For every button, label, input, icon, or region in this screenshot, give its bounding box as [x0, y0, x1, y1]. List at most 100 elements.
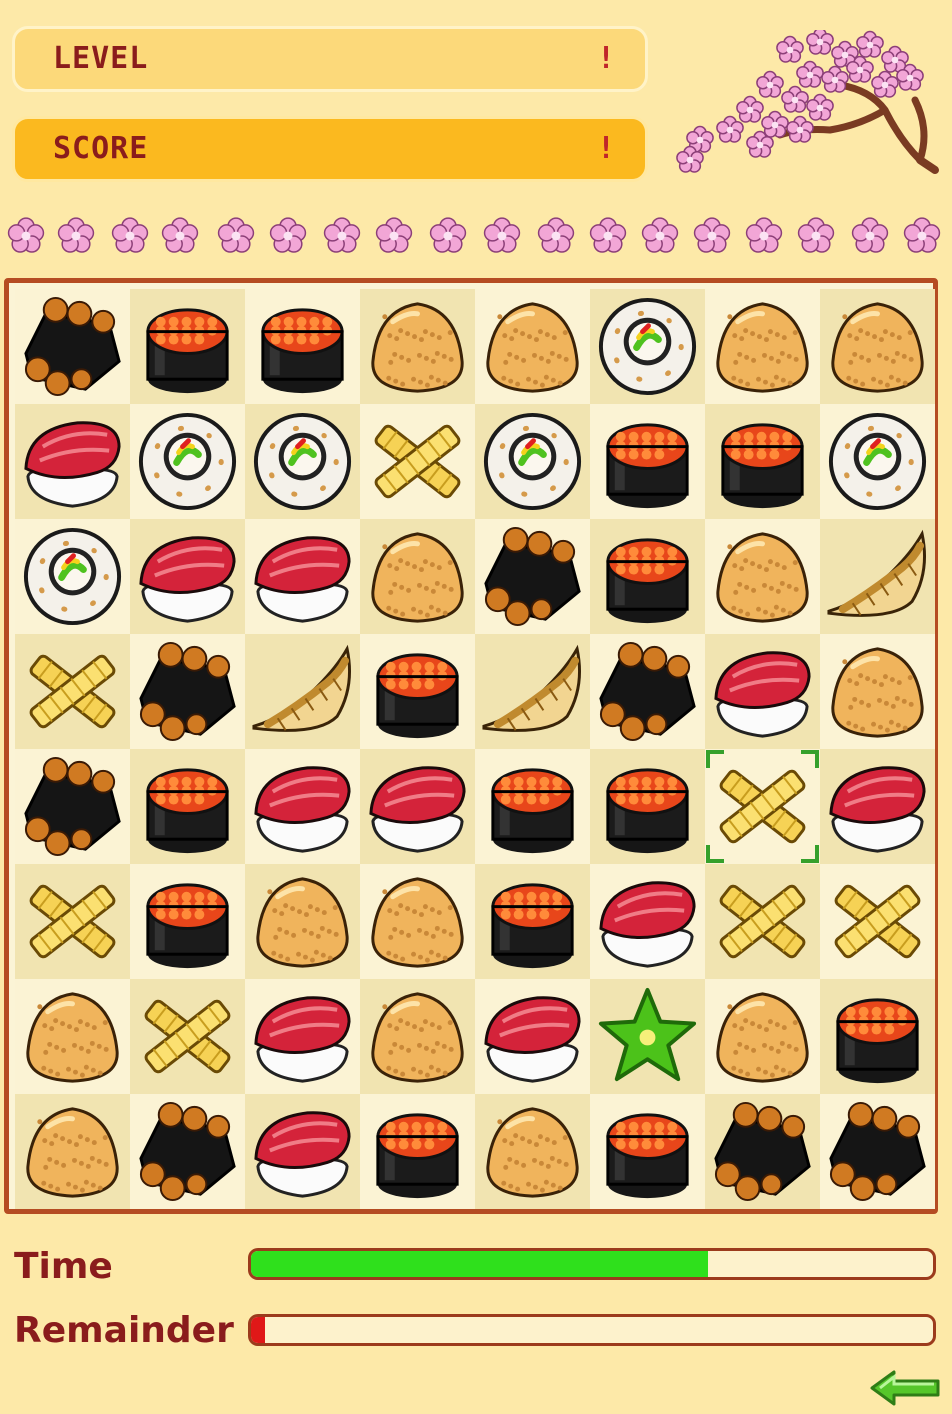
tile-ikura[interactable] — [360, 634, 475, 749]
tile-onigiri[interactable] — [475, 289, 590, 404]
tile-maguro[interactable] — [245, 1094, 360, 1209]
tile-uni[interactable] — [705, 1094, 820, 1209]
ikura-sushi-icon — [261, 308, 344, 394]
tile-uni[interactable] — [15, 749, 130, 864]
level-panel: LEVEL ! — [12, 26, 648, 92]
tile-ikura[interactable] — [475, 864, 590, 979]
tile-ikura[interactable] — [820, 979, 935, 1094]
uni-sushi-icon — [24, 756, 121, 857]
tamago-sushi-icon — [29, 654, 116, 729]
tile-ikura[interactable] — [130, 289, 245, 404]
flower-border-row — [0, 212, 952, 262]
gyoza-sushi-icon — [827, 529, 926, 617]
maguro-sushi-icon — [829, 766, 926, 853]
ikura-sushi-icon — [146, 768, 229, 854]
tile-gyoza[interactable] — [245, 634, 360, 749]
tile-uni[interactable] — [130, 634, 245, 749]
tile-ikura[interactable] — [590, 749, 705, 864]
tile-ikura[interactable] — [705, 404, 820, 519]
tile-maguro[interactable] — [130, 519, 245, 634]
tile-onigiri[interactable] — [15, 1094, 130, 1209]
tile-tamago[interactable] — [130, 979, 245, 1094]
ikura-sushi-icon — [606, 538, 689, 624]
tile-onigiri[interactable] — [360, 979, 475, 1094]
tile-onigiri[interactable] — [705, 519, 820, 634]
tile-roll[interactable] — [475, 404, 590, 519]
tile-tamago[interactable] — [15, 864, 130, 979]
tile-uni[interactable] — [130, 1094, 245, 1209]
maguro-sushi-icon — [139, 536, 236, 623]
tile-maguro[interactable] — [245, 749, 360, 864]
tile-tamago-selected[interactable] — [705, 749, 820, 864]
tile-ikura[interactable] — [590, 519, 705, 634]
score-value: ! — [596, 131, 615, 166]
star-sushi-icon — [598, 987, 697, 1082]
tile-onigiri[interactable] — [475, 1094, 590, 1209]
uni-sushi-icon — [484, 526, 581, 627]
onigiri-sushi-icon — [486, 1107, 579, 1198]
tile-ikura[interactable] — [130, 749, 245, 864]
tile-onigiri[interactable] — [360, 519, 475, 634]
sakura-flower-icon — [56, 216, 96, 256]
tile-ikura[interactable] — [590, 1094, 705, 1209]
sakura-flower-icon — [268, 216, 308, 256]
tile-onigiri[interactable] — [360, 864, 475, 979]
tile-maguro[interactable] — [705, 634, 820, 749]
tile-roll[interactable] — [15, 519, 130, 634]
onigiri-sushi-icon — [486, 302, 579, 393]
uni-sushi-icon — [599, 641, 696, 742]
tile-tamago[interactable] — [820, 864, 935, 979]
onigiri-sushi-icon — [716, 302, 809, 393]
tile-maguro[interactable] — [245, 979, 360, 1094]
tile-tamago[interactable] — [705, 864, 820, 979]
tile-gyoza[interactable] — [820, 519, 935, 634]
tile-maguro[interactable] — [15, 404, 130, 519]
tile-maguro[interactable] — [245, 519, 360, 634]
tile-grid — [15, 289, 935, 1209]
tile-ikura[interactable] — [130, 864, 245, 979]
gyoza-sushi-icon — [482, 644, 581, 732]
tile-ikura[interactable] — [360, 1094, 475, 1209]
tile-roll[interactable] — [820, 404, 935, 519]
ikura-sushi-icon — [376, 653, 459, 739]
maguro-sushi-icon — [484, 996, 581, 1083]
tile-tamago[interactable] — [15, 634, 130, 749]
tile-ikura[interactable] — [245, 289, 360, 404]
tamago-sushi-icon — [144, 999, 231, 1074]
sakura-flower-icon — [640, 216, 680, 256]
tile-onigiri[interactable] — [820, 634, 935, 749]
ikura-sushi-icon — [146, 883, 229, 969]
roll-sushi-icon — [483, 412, 582, 511]
tile-maguro[interactable] — [590, 864, 705, 979]
tile-onigiri[interactable] — [705, 289, 820, 404]
ikura-sushi-icon — [606, 423, 689, 509]
green-back-arrow-icon[interactable] — [868, 1368, 942, 1408]
tile-ikura[interactable] — [590, 404, 705, 519]
sakura-flower-icon — [850, 216, 890, 256]
tile-ikura[interactable] — [475, 749, 590, 864]
tile-onigiri[interactable] — [360, 289, 475, 404]
tile-onigiri[interactable] — [820, 289, 935, 404]
tile-uni[interactable] — [820, 1094, 935, 1209]
maguro-sushi-icon — [599, 881, 696, 968]
tile-uni[interactable] — [475, 519, 590, 634]
tamago-sushi-icon — [719, 769, 806, 844]
tile-gyoza[interactable] — [475, 634, 590, 749]
tile-roll[interactable] — [245, 404, 360, 519]
tile-uni[interactable] — [15, 289, 130, 404]
ikura-sushi-icon — [491, 768, 574, 854]
tile-onigiri[interactable] — [15, 979, 130, 1094]
tile-uni[interactable] — [590, 634, 705, 749]
tile-onigiri[interactable] — [245, 864, 360, 979]
tile-maguro[interactable] — [475, 979, 590, 1094]
tamago-sushi-icon — [719, 884, 806, 959]
tile-onigiri[interactable] — [705, 979, 820, 1094]
tile-maguro[interactable] — [360, 749, 475, 864]
tile-roll[interactable] — [590, 289, 705, 404]
tile-star[interactable] — [590, 979, 705, 1094]
tile-tamago[interactable] — [360, 404, 475, 519]
tile-roll[interactable] — [130, 404, 245, 519]
sakura-flower-icon — [482, 216, 522, 256]
remainder-bar — [248, 1314, 936, 1346]
tile-maguro[interactable] — [820, 749, 935, 864]
